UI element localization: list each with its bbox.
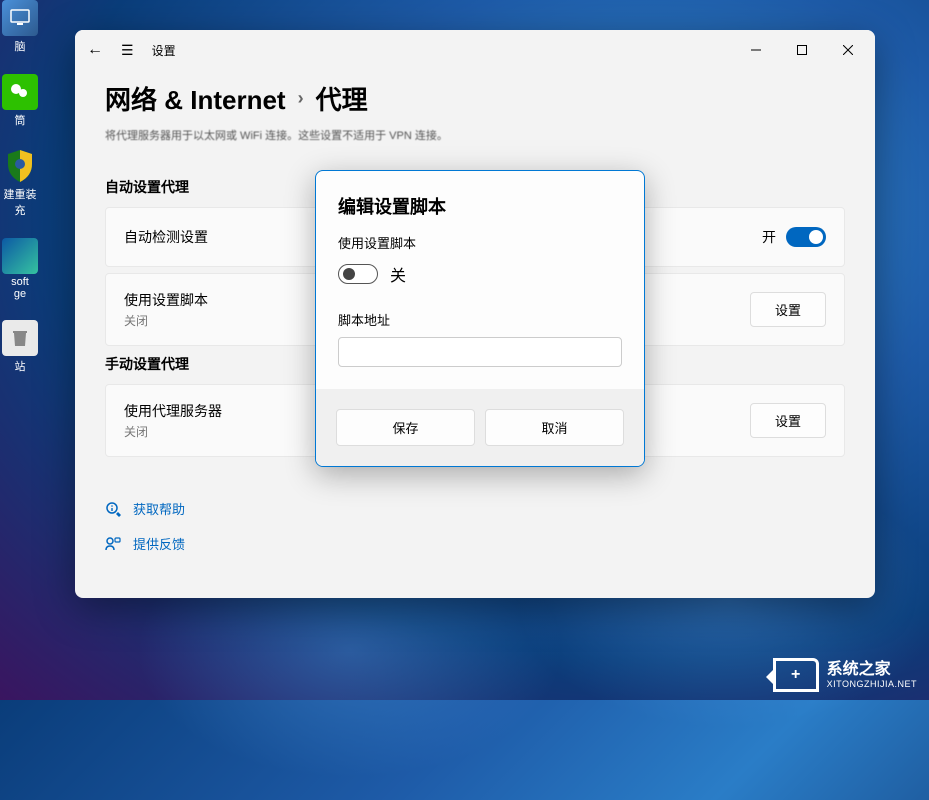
- help-icon: [105, 501, 121, 517]
- breadcrumb-parent[interactable]: 网络 & Internet: [105, 80, 286, 117]
- back-button[interactable]: ←: [87, 41, 103, 59]
- dialog-toggle-label: 使用设置脚本: [338, 233, 622, 252]
- breadcrumb-current: 代理: [316, 80, 368, 117]
- cancel-button[interactable]: 取消: [485, 409, 624, 446]
- watermark-logo-icon: +: [773, 658, 819, 692]
- desktop-icon-recyclebin[interactable]: 站: [0, 320, 40, 374]
- setup-script-button[interactable]: 设置: [750, 292, 826, 327]
- link-label: 提供反馈: [133, 534, 185, 553]
- settings-window: ← ☰ 设置 网络 & Internet › 代理 将代理服务器用于以太网或 W…: [75, 30, 875, 598]
- desktop-icon-label: 脑: [15, 38, 26, 54]
- auto-detect-toggle[interactable]: [786, 227, 826, 247]
- desktop-icon-label: 建重装 充: [4, 186, 37, 218]
- watermark-title: 系统之家: [827, 660, 917, 679]
- hamburger-menu-icon[interactable]: ☰: [121, 42, 134, 59]
- toggle-state-label: 开: [762, 227, 776, 247]
- close-button[interactable]: [825, 30, 871, 70]
- chevron-right-icon: ›: [298, 88, 304, 109]
- minimize-button[interactable]: [733, 30, 779, 70]
- window-title: 设置: [152, 42, 176, 59]
- feedback-link[interactable]: 提供反馈: [105, 534, 845, 553]
- script-address-label: 脚本地址: [338, 310, 622, 329]
- script-address-input[interactable]: [338, 337, 622, 367]
- watermark: + 系统之家 XITONGZHIJIA.NET: [773, 658, 917, 692]
- desktop-icon-edge[interactable]: soft ge: [0, 238, 40, 300]
- page-description: 将代理服务器用于以太网或 WiFi 连接。这些设置不适用于 VPN 连接。: [75, 127, 875, 153]
- link-label: 获取帮助: [133, 499, 185, 518]
- dialog-title: 编辑设置脚本: [338, 193, 622, 219]
- desktop-icon-wechat[interactable]: 筒: [0, 74, 40, 128]
- edit-script-dialog: 编辑设置脚本 使用设置脚本 关 脚本地址 保存 取消: [315, 170, 645, 467]
- toggle-state-text: 关: [390, 262, 406, 286]
- titlebar: ← ☰ 设置: [75, 30, 875, 70]
- feedback-icon: [105, 536, 121, 552]
- watermark-url: XITONGZHIJIA.NET: [827, 679, 917, 690]
- desktop-icon-label: soft ge: [11, 276, 29, 300]
- desktop-icons-column: 脑 筒 建重装 充 soft ge 站: [0, 0, 40, 700]
- desktop-icon-pc[interactable]: 脑: [0, 0, 40, 54]
- setup-proxy-button[interactable]: 设置: [750, 403, 826, 438]
- desktop-icon-label: 筒: [15, 112, 26, 128]
- save-button[interactable]: 保存: [336, 409, 475, 446]
- maximize-button[interactable]: [779, 30, 825, 70]
- desktop-icon-shield[interactable]: 建重装 充: [0, 148, 40, 218]
- get-help-link[interactable]: 获取帮助: [105, 499, 845, 518]
- use-script-toggle[interactable]: [338, 264, 378, 284]
- breadcrumb: 网络 & Internet › 代理: [75, 70, 875, 127]
- desktop-icon-label: 站: [15, 358, 26, 374]
